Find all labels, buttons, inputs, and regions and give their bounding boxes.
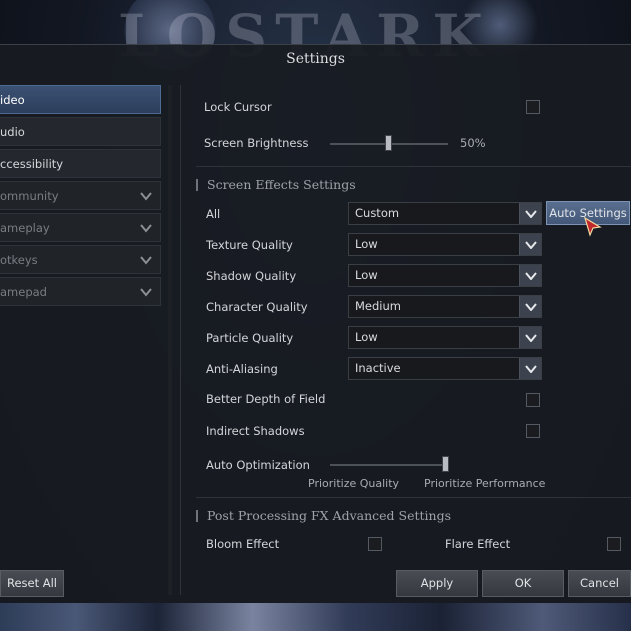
sidebar-item-video[interactable]: ideo: [0, 85, 161, 114]
lock-cursor-label: Lock Cursor: [204, 100, 272, 114]
all-label: All: [206, 207, 221, 221]
chevron-down-icon: [140, 278, 152, 305]
chevron-down-icon: [519, 203, 541, 224]
sidebar-item-label: ccessibility: [0, 157, 64, 171]
depth-of-field-checkbox[interactable]: [526, 393, 540, 407]
chevron-down-icon: [140, 214, 152, 241]
section-divider: [196, 497, 631, 498]
shadow-quality-select[interactable]: Low: [348, 264, 542, 287]
auto-optimization-slider-thumb[interactable]: [442, 456, 449, 472]
depth-of-field-label: Better Depth of Field: [206, 392, 326, 406]
sidebar-item-hotkeys[interactable]: otkeys: [0, 245, 161, 274]
anti-aliasing-label: Anti-Aliasing: [206, 362, 278, 376]
sidebar-item-gamepad[interactable]: amepad: [0, 277, 161, 306]
auto-optimization-label: Auto Optimization: [206, 458, 310, 472]
sidebar-item-label: udio: [0, 125, 25, 139]
select-value: Custom: [355, 206, 400, 220]
chevron-down-icon: [519, 327, 541, 348]
brightness-slider-thumb[interactable]: [385, 135, 392, 151]
post-processing-section-title: Post Processing FX Advanced Settings: [196, 509, 451, 522]
chevron-down-icon: [519, 265, 541, 286]
chevron-down-icon: [519, 234, 541, 255]
prioritize-performance-label: Prioritize Performance: [424, 477, 546, 490]
select-value: Inactive: [355, 361, 401, 375]
indirect-shadows-label: Indirect Shadows: [206, 424, 305, 438]
background-art-bottom: [0, 603, 631, 631]
flare-effect-label: Flare Effect: [445, 537, 511, 551]
bloom-effect-label: Bloom Effect: [206, 537, 280, 551]
chevron-down-icon: [519, 296, 541, 317]
ok-button[interactable]: OK: [482, 570, 564, 597]
sidebar-item-label: ideo: [0, 93, 25, 107]
sidebar-item-accessibility[interactable]: ccessibility: [0, 149, 161, 178]
apply-button[interactable]: Apply: [396, 570, 478, 597]
indirect-shadows-checkbox[interactable]: [526, 424, 540, 438]
sidebar-item-label: ameplay: [0, 221, 50, 235]
texture-quality-label: Texture Quality: [206, 238, 293, 252]
flare-effect-checkbox[interactable]: [607, 537, 621, 551]
bloom-effect-checkbox[interactable]: [368, 537, 382, 551]
all-preset-select[interactable]: Custom: [348, 202, 542, 225]
character-quality-select[interactable]: Medium: [348, 295, 542, 318]
section-divider: [196, 166, 631, 167]
character-quality-label: Character Quality: [206, 300, 308, 314]
brightness-label: Screen Brightness: [204, 136, 309, 150]
shadow-quality-label: Shadow Quality: [206, 269, 297, 283]
sidebar-item-label: otkeys: [0, 253, 38, 267]
screen-effects-section-title: Screen Effects Settings: [196, 178, 356, 191]
mouse-cursor-icon: [583, 216, 602, 241]
content-divider: [180, 85, 181, 595]
select-value: Low: [355, 237, 378, 251]
texture-quality-select[interactable]: Low: [348, 233, 542, 256]
reset-all-button[interactable]: Reset All: [0, 570, 64, 597]
select-value: Low: [355, 330, 378, 344]
window-title: Settings: [286, 51, 345, 67]
sidebar-item-label: ommunity: [0, 189, 59, 203]
select-value: Medium: [355, 299, 401, 313]
brightness-value: 50%: [460, 136, 486, 150]
chevron-down-icon: [140, 246, 152, 273]
auto-optimization-slider-track[interactable]: [330, 464, 446, 466]
sidebar-item-community[interactable]: ommunity: [0, 181, 161, 210]
chevron-down-icon: [140, 182, 152, 209]
lock-cursor-checkbox[interactable]: [526, 100, 540, 114]
sidebar-item-gameplay[interactable]: ameplay: [0, 213, 161, 242]
select-value: Low: [355, 268, 378, 282]
sidebar-item-audio[interactable]: udio: [0, 117, 161, 146]
particle-quality-label: Particle Quality: [206, 331, 294, 345]
cancel-button[interactable]: Cancel: [568, 570, 631, 597]
chevron-down-icon: [519, 358, 541, 379]
particle-quality-select[interactable]: Low: [348, 326, 542, 349]
sidebar-scrollbar[interactable]: [168, 85, 172, 595]
anti-aliasing-select[interactable]: Inactive: [348, 357, 542, 380]
prioritize-quality-label: Prioritize Quality: [308, 477, 400, 490]
sidebar-item-label: amepad: [0, 285, 47, 299]
